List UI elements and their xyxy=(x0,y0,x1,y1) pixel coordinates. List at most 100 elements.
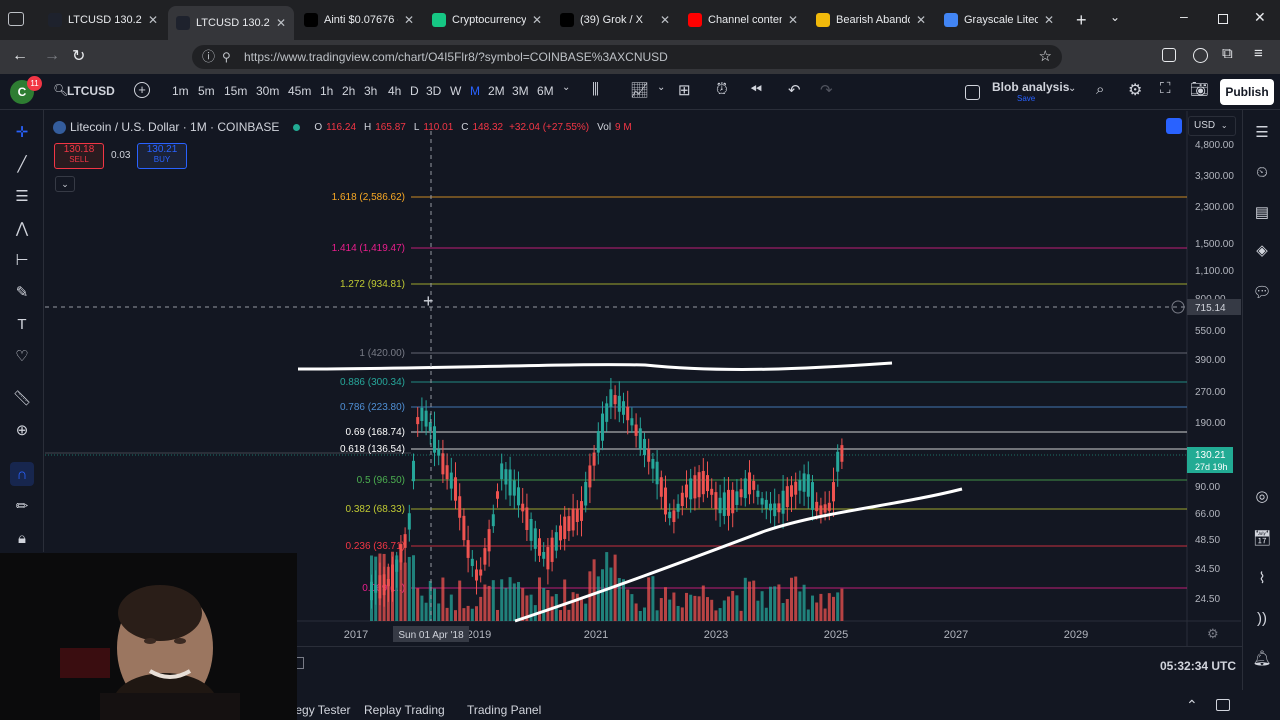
compare-add-icon[interactable]: + xyxy=(134,82,150,98)
timeframe-3h[interactable]: 3h xyxy=(364,84,377,98)
tab-search-icon[interactable] xyxy=(8,12,24,26)
lock-pen-icon[interactable]: ✏︎ xyxy=(10,494,34,518)
buy-button[interactable]: 130.21 BUY xyxy=(137,143,187,169)
timeframe-3D[interactable]: 3D xyxy=(426,84,441,98)
fib-tool-icon[interactable]: ☰ xyxy=(10,184,34,208)
text-tool-icon[interactable]: T xyxy=(10,312,34,336)
collapse-panel-chevron-icon[interactable]: ⌃ xyxy=(1186,697,1198,714)
browser-tab[interactable]: Cryptocurrency Pri ✕ xyxy=(424,5,550,35)
stream-icon[interactable]: )) xyxy=(1250,606,1274,630)
candles-icon[interactable]: ⫼ xyxy=(592,81,599,98)
timeframe-4h[interactable]: 4h xyxy=(388,84,401,98)
layout-grid-icon[interactable]: ⊞ xyxy=(678,81,691,99)
back-arrow-icon[interactable]: ← xyxy=(12,47,28,65)
tab-close-icon[interactable]: ✕ xyxy=(916,13,926,27)
tab-close-icon[interactable]: ✕ xyxy=(1044,13,1054,27)
browser-tab[interactable]: Ainti $0.07676 - Ai ✕ xyxy=(296,5,422,35)
alert-icon[interactable]: ⏰︎ xyxy=(716,81,728,98)
tab-close-icon[interactable]: ✕ xyxy=(276,16,286,30)
calendar-icon[interactable]: 📅︎ xyxy=(1250,526,1274,550)
legend-title[interactable]: Litecoin / U.S. Dollar · 1M · COINBASE xyxy=(70,120,279,134)
layout-checkbox-icon[interactable] xyxy=(965,85,980,100)
extensions-icon[interactable]: ⧉ xyxy=(1222,45,1233,62)
bell-icon[interactable]: 🔔︎ xyxy=(1250,646,1274,670)
legend-collapse-chevron-icon[interactable]: ⌄ xyxy=(55,176,75,192)
browser-tab[interactable]: Bearish Abandone ✕ xyxy=(808,5,934,35)
timeframe-M[interactable]: M xyxy=(470,84,480,98)
layout-chevron-icon[interactable]: ⌄ xyxy=(1068,83,1076,94)
sell-button[interactable]: 130.18 SELL xyxy=(54,143,104,169)
indicators-chevron-icon[interactable]: ⌄ xyxy=(657,82,665,93)
pocket-icon[interactable] xyxy=(1162,48,1176,62)
timeframe-5m[interactable]: 5m xyxy=(198,84,215,98)
chart-settings-gear-icon[interactable]: ⚙︎ xyxy=(1207,626,1219,642)
tab-replay-trading[interactable]: Replay Trading xyxy=(364,703,445,717)
timeframe-6M[interactable]: 6M xyxy=(537,84,554,98)
maximize-panel-icon[interactable] xyxy=(1216,699,1230,711)
timeframe-W[interactable]: W xyxy=(450,84,461,98)
brush-icon[interactable]: ✎ xyxy=(10,280,34,304)
minimize-button[interactable]: – xyxy=(1180,8,1188,24)
browser-tab[interactable]: Channel content - ✕ xyxy=(680,5,806,35)
browser-tab[interactable]: Grayscale Litecoin ✕ xyxy=(936,5,1062,35)
timeframe-1h[interactable]: 1h xyxy=(320,84,333,98)
layers-icon[interactable]: ◈ xyxy=(1250,238,1274,262)
timeframe-dropdown-icon[interactable]: ⌄ xyxy=(562,82,570,93)
forward-arrow-icon[interactable]: → xyxy=(44,47,60,65)
fullscreen-icon[interactable]: ⛶ xyxy=(1160,80,1171,97)
currency-select[interactable]: USD ⌄ xyxy=(1188,116,1236,136)
tab-list-chevron-icon[interactable]: ⌄ xyxy=(1110,10,1120,24)
maximize-button[interactable] xyxy=(1218,14,1228,24)
symbol-search-button[interactable]: LTCUSD xyxy=(67,84,115,98)
timeframe-45m[interactable]: 45m xyxy=(288,84,311,98)
browser-tab[interactable]: LTCUSD 130.21 ▲ ✕ xyxy=(40,5,166,35)
chat-icon[interactable]: 💬︎ xyxy=(1250,280,1274,304)
account-icon[interactable] xyxy=(1193,48,1208,63)
watchlist-icon[interactable]: ☰ xyxy=(1250,120,1274,144)
menu-icon[interactable]: ≡ xyxy=(1254,45,1263,62)
tab-close-icon[interactable]: ✕ xyxy=(532,13,542,27)
timeframe-2h[interactable]: 2h xyxy=(342,84,355,98)
utc-clock[interactable]: 05:32:34 UTC xyxy=(1160,659,1236,673)
snapshot-camera-icon[interactable]: 📷︎ xyxy=(1190,80,1209,98)
crosshair-icon[interactable]: ✛ xyxy=(10,120,34,144)
layout-name[interactable]: Blob analysis xyxy=(992,80,1069,94)
tab-trading-panel[interactable]: Trading Panel xyxy=(467,703,541,717)
heart-icon[interactable]: ♡ xyxy=(10,344,34,368)
ruler-icon[interactable]: 📏︎ xyxy=(10,386,34,410)
tab-close-icon[interactable]: ✕ xyxy=(148,13,158,27)
new-tab-button[interactable]: + xyxy=(1076,10,1087,31)
browser-tab[interactable]: (39) Grok / X ✕ xyxy=(552,5,678,35)
target-icon[interactable]: ◎ xyxy=(1250,484,1274,508)
timeframe-30m[interactable]: 30m xyxy=(256,84,279,98)
auto-scale-icon[interactable] xyxy=(1166,118,1182,134)
trend-line-icon[interactable]: ╱ xyxy=(10,152,34,176)
publish-button[interactable]: Publish xyxy=(1220,79,1274,105)
close-window-button[interactable]: ✕ xyxy=(1254,9,1266,26)
settings-gear-icon[interactable]: ⚙︎ xyxy=(1128,80,1142,100)
pine-icon[interactable]: ⌇ xyxy=(1250,566,1274,590)
reload-icon[interactable]: ↻ xyxy=(72,46,85,66)
timeframe-D[interactable]: D xyxy=(410,84,419,98)
url-field[interactable]: ⓘ ⚲ https://www.tradingview.com/chart/O4… xyxy=(192,45,1062,69)
undo-icon[interactable]: ↶ xyxy=(788,81,801,99)
replay-icon[interactable]: ⏪︎ xyxy=(750,81,762,98)
redo-icon[interactable]: ↷ xyxy=(820,81,833,99)
timeframe-2M[interactable]: 2M xyxy=(488,84,505,98)
site-info-icon[interactable]: ⓘ xyxy=(202,45,215,69)
quick-search-icon[interactable]: ⌕ xyxy=(1096,81,1104,98)
timeframe-3M[interactable]: 3M xyxy=(512,84,529,98)
tab-close-icon[interactable]: ✕ xyxy=(404,13,414,27)
lock-icon[interactable]: 🔒︎ xyxy=(10,526,34,550)
news-icon[interactable]: ▤ xyxy=(1250,200,1274,224)
patterns-icon[interactable]: ⋀ xyxy=(10,216,34,240)
bookmark-star-icon[interactable]: ☆ xyxy=(1039,45,1052,69)
timeframe-1m[interactable]: 1m xyxy=(172,84,189,98)
alerts-clock-icon[interactable]: ⏲︎ xyxy=(1250,160,1274,184)
indicators-icon[interactable]: 📈︎ xyxy=(630,81,649,99)
tune-icon[interactable]: ⚲ xyxy=(222,45,231,69)
magnet-icon[interactable]: ∩ xyxy=(10,462,34,486)
tab-close-icon[interactable]: ✕ xyxy=(788,13,798,27)
browser-tab[interactable]: LTCUSD 130.21 ▲ ✕ xyxy=(168,6,294,40)
symbol-search-icon[interactable]: 🔍︎ xyxy=(53,83,68,97)
